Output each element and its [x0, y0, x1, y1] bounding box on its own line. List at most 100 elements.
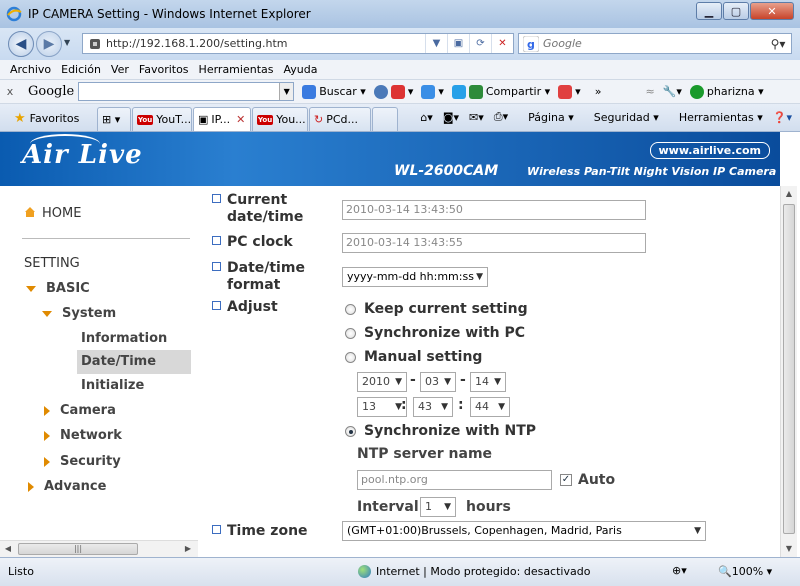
menu-seguridad[interactable]: Seguridad ▾ [584, 111, 659, 124]
protected-mode-icon[interactable]: ⊕▾ [672, 564, 687, 577]
day-select[interactable]: 14 ▼ [470, 372, 506, 392]
search-icon[interactable]: ⚲▾ [765, 37, 791, 51]
second-select[interactable]: 44 ▼ [470, 397, 510, 417]
sidebar-item-camera[interactable]: Camera [44, 403, 116, 418]
scroll-right-icon[interactable]: ▶ [180, 541, 196, 557]
print-icon[interactable]: ⎙▾ [494, 110, 508, 124]
sidebar-item-home[interactable]: HOME [24, 206, 81, 221]
stop-icon[interactable]: ✕ [491, 34, 513, 53]
auto-checkbox[interactable]: ✓ [560, 474, 572, 486]
chevron-down-icon[interactable]: ▼ [279, 83, 294, 100]
datetime-form: Current date/time 2010-03-14 13:43:50 PC … [198, 186, 780, 557]
sidebar-item-information[interactable]: Information [81, 331, 167, 346]
translate-button[interactable]: ▾ [558, 84, 581, 99]
scroll-up-icon[interactable]: ▲ [781, 186, 797, 202]
vertical-scrollbar[interactable]: ▲ ▼ [780, 186, 797, 557]
sidebar-item-system[interactable]: System [42, 306, 116, 321]
sidebar-item-network[interactable]: Network [44, 428, 122, 443]
tab-ip-camera[interactable]: ▣ IP... ✕ [193, 107, 251, 131]
bookmark-icon[interactable] [390, 84, 405, 99]
herramientas-label: Herramientas [678, 110, 754, 124]
sidebar-item-datetime[interactable]: Date/Time [77, 350, 191, 374]
website-link[interactable]: www.airlive.com [649, 142, 770, 159]
close-tab-icon[interactable]: ✕ [236, 113, 245, 126]
scroll-down-icon[interactable]: ▼ [781, 541, 797, 557]
radio-sync-ntp[interactable]: Synchronize with NTP [345, 423, 536, 439]
menu-archivo[interactable]: Archivo [10, 63, 51, 76]
interval-select[interactable]: 1 ▼ [420, 497, 456, 517]
tab-youtube-2[interactable]: You You... [252, 107, 308, 131]
security-zone: Internet | Modo protegido: desactivado [358, 565, 590, 578]
menu-favoritos[interactable]: Favoritos [139, 63, 189, 76]
minimize-button[interactable]: ▁ [696, 2, 722, 20]
radio-circle[interactable] [345, 351, 356, 363]
mail-icon[interactable]: ✉▾ [469, 111, 484, 124]
scroll-thumb[interactable] [783, 204, 795, 534]
radio-circle[interactable] [345, 327, 356, 339]
refresh-icon[interactable]: ⟳ [469, 34, 491, 53]
minute-select[interactable]: 43 ▼ [413, 397, 453, 417]
search-input[interactable] [543, 37, 765, 50]
bullet-box [212, 262, 221, 271]
history-dropdown-icon[interactable]: ▼ [64, 38, 70, 47]
datetime-format-select[interactable]: yyyy-mm-dd hh:mm:ss ▼ [342, 267, 488, 287]
menu-ayuda[interactable]: Ayuda [283, 63, 317, 76]
sidebar-horizontal-scrollbar[interactable]: ◀ ||| ▶ [0, 540, 198, 557]
close-button[interactable]: ✕ [750, 2, 794, 20]
buscar-button[interactable]: Buscar ▾ [302, 84, 366, 99]
home-icon[interactable]: ⌂▾ [420, 111, 433, 124]
compat-view-icon[interactable]: ▣ [447, 34, 469, 53]
ntp-server-input[interactable]: pool.ntp.org [357, 470, 552, 490]
user-name[interactable]: pharizna [707, 85, 755, 98]
sidebar-item-security[interactable]: Security [44, 454, 121, 469]
wrench-icon[interactable]: 🔧▾ [663, 85, 682, 98]
wifi-icon[interactable]: ≈ [645, 85, 654, 98]
quick-tabs-button[interactable]: ⊞ ▾ [97, 107, 131, 131]
zoom-level[interactable]: 🔍100% ▾ [718, 565, 772, 578]
scroll-thumb[interactable]: ||| [18, 543, 138, 555]
scroll-left-icon[interactable]: ◀ [0, 541, 16, 557]
address-dropdown-icon[interactable]: ▼ [425, 34, 447, 53]
youtube-icon: You [137, 114, 154, 125]
compartir-label: Compartir [485, 85, 542, 98]
hour-select[interactable]: 13 ▼ [357, 397, 407, 417]
menu-herramientas-cmd[interactable]: Herramientas ▾ [669, 111, 763, 124]
menu-edicion[interactable]: Edición [61, 63, 101, 76]
maximize-button[interactable]: ▢ [723, 2, 749, 20]
url-text[interactable]: http://192.168.1.200/setting.htm [106, 37, 425, 50]
new-tab-button[interactable] [372, 107, 398, 131]
favorites-button[interactable]: ★ Favoritos [14, 111, 79, 126]
help-icon[interactable]: ❓▾ [773, 111, 792, 124]
sidebar-item-advance[interactable]: Advance [28, 479, 106, 494]
search-box[interactable]: g ⚲▾ [518, 33, 792, 54]
compartir-button[interactable]: Compartir ▾ [451, 84, 550, 99]
radio-circle-selected[interactable] [345, 425, 356, 437]
address-bar[interactable]: http://192.168.1.200/setting.htm ▼ ▣ ⟳ ✕ [82, 33, 514, 54]
menu-herramientas[interactable]: Herramientas [199, 63, 274, 76]
more-tools[interactable]: » [595, 85, 602, 98]
expanded-arrow-icon [26, 285, 36, 292]
year-select[interactable]: 2010 ▼ [357, 372, 407, 392]
home-label: HOME [42, 206, 82, 221]
forward-button[interactable]: ▶ [36, 31, 62, 57]
month-select[interactable]: 03 ▼ [420, 372, 456, 392]
radio-circle[interactable] [345, 303, 356, 315]
tab-pcd[interactable]: ↻ PCd... [309, 107, 371, 131]
menu-ver[interactable]: Ver [111, 63, 129, 76]
time-zone-select[interactable]: (GMT+01:00)Brussels, Copenhagen, Madrid,… [342, 521, 706, 541]
radio-sync-pc[interactable]: Synchronize with PC [345, 325, 525, 341]
radio-keep-current[interactable]: Keep current setting [345, 301, 528, 317]
google-toolbar-search[interactable]: ▼ [78, 82, 295, 101]
basic-label: BASIC [46, 281, 90, 296]
globe-icon[interactable] [373, 84, 388, 99]
bullet-box [212, 236, 221, 245]
tab-youtube-1[interactable]: You YouT... [132, 107, 192, 131]
sidebar-item-basic[interactable]: BASIC [26, 281, 90, 296]
back-button[interactable]: ◀ [8, 31, 34, 57]
toolbar-close-icon[interactable]: x [0, 85, 20, 98]
sidebar-item-initialize[interactable]: Initialize [81, 378, 144, 393]
plus-icon[interactable] [421, 84, 436, 99]
menu-pagina[interactable]: Página ▾ [518, 111, 574, 124]
feeds-icon[interactable]: ◙▾ [443, 111, 459, 124]
radio-manual[interactable]: Manual setting [345, 349, 482, 365]
